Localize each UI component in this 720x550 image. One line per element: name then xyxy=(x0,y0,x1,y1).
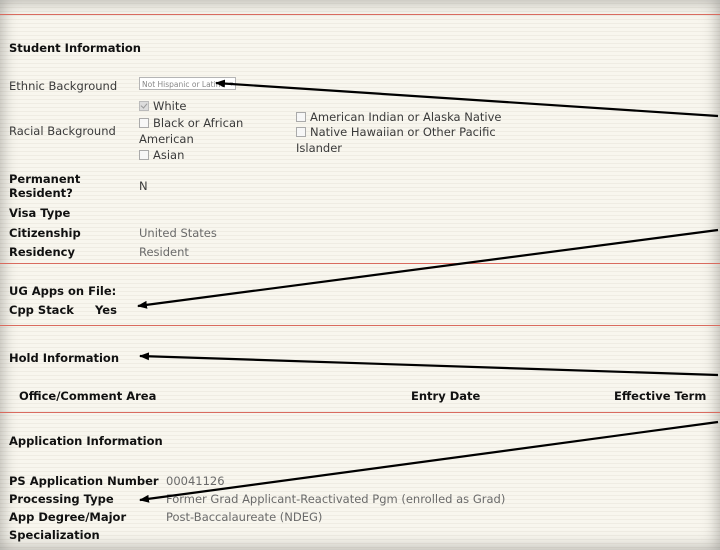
chevron-down-icon: ▾ xyxy=(229,80,233,88)
permanent-resident-value: N xyxy=(139,179,148,193)
ps-number-label: PS Application Number xyxy=(9,474,159,488)
specialization-label: Specialization xyxy=(9,528,100,542)
residency-value: Resident xyxy=(139,245,189,259)
application-info-heading: Application Information xyxy=(9,434,163,448)
cpp-stack-label: Cpp Stack xyxy=(9,303,74,317)
divider xyxy=(0,412,720,413)
degree-major-value: Post-Baccalaureate (NDEG) xyxy=(166,510,323,524)
race-option-pacific-line2: Islander xyxy=(296,141,343,155)
race-option-native-american[interactable]: American Indian or Alaska Native xyxy=(296,110,501,124)
race-option-black-line2: American xyxy=(139,132,194,146)
race-option-black[interactable]: Black or African xyxy=(139,116,243,130)
divider xyxy=(0,263,720,264)
checkbox-icon[interactable] xyxy=(139,150,149,160)
student-info-heading: Student Information xyxy=(9,41,141,55)
hold-info-heading: Hold Information xyxy=(9,351,120,365)
ps-number-value: 00041126 xyxy=(166,474,225,488)
degree-major-label: App Degree/Major xyxy=(9,510,127,524)
cpp-stack-value: Yes xyxy=(95,303,117,317)
race-option-asian[interactable]: Asian xyxy=(139,148,184,162)
arrow-to-processing-type xyxy=(139,420,719,503)
permanent-resident-label-2: Resident? xyxy=(9,186,73,200)
race-option-pacific[interactable]: Native Hawaiian or Other Pacific xyxy=(296,125,496,139)
processing-type-value: Former Grad Applicant-Reactivated Pgm (e… xyxy=(166,492,506,506)
checkbox-icon[interactable] xyxy=(139,118,149,128)
ethnic-background-label: Ethnic Background xyxy=(9,79,118,93)
visa-type-label: Visa Type xyxy=(9,206,71,220)
citizenship-value: United States xyxy=(139,226,217,240)
column-header-effective-term: Effective Term xyxy=(614,389,707,403)
citizenship-label: Citizenship xyxy=(9,226,81,240)
race-option-white[interactable]: White xyxy=(139,99,186,113)
arrow-to-hold-info xyxy=(139,352,719,377)
column-header-office: Office/Comment Area xyxy=(19,389,157,403)
ethnic-background-select[interactable]: Not Hispanic or Latino ▾ xyxy=(139,77,236,90)
ethnic-background-value: Not Hispanic or Latino xyxy=(142,80,226,89)
student-record-panel: Student Information Ethnic Background No… xyxy=(0,0,720,550)
ug-apps-heading: UG Apps on File: xyxy=(9,284,117,298)
checkbox-checked-icon[interactable] xyxy=(139,101,149,111)
processing-type-label: Processing Type xyxy=(9,492,114,506)
divider xyxy=(0,14,720,15)
column-header-entry-date: Entry Date xyxy=(411,389,481,403)
racial-background-label: Racial Background xyxy=(9,124,116,138)
checkbox-icon[interactable] xyxy=(296,112,306,122)
arrow-to-cpp-stack xyxy=(137,228,719,309)
residency-label: Residency xyxy=(9,245,75,259)
divider xyxy=(0,325,720,326)
permanent-resident-label-1: Permanent xyxy=(9,172,81,186)
checkbox-icon[interactable] xyxy=(296,127,306,137)
